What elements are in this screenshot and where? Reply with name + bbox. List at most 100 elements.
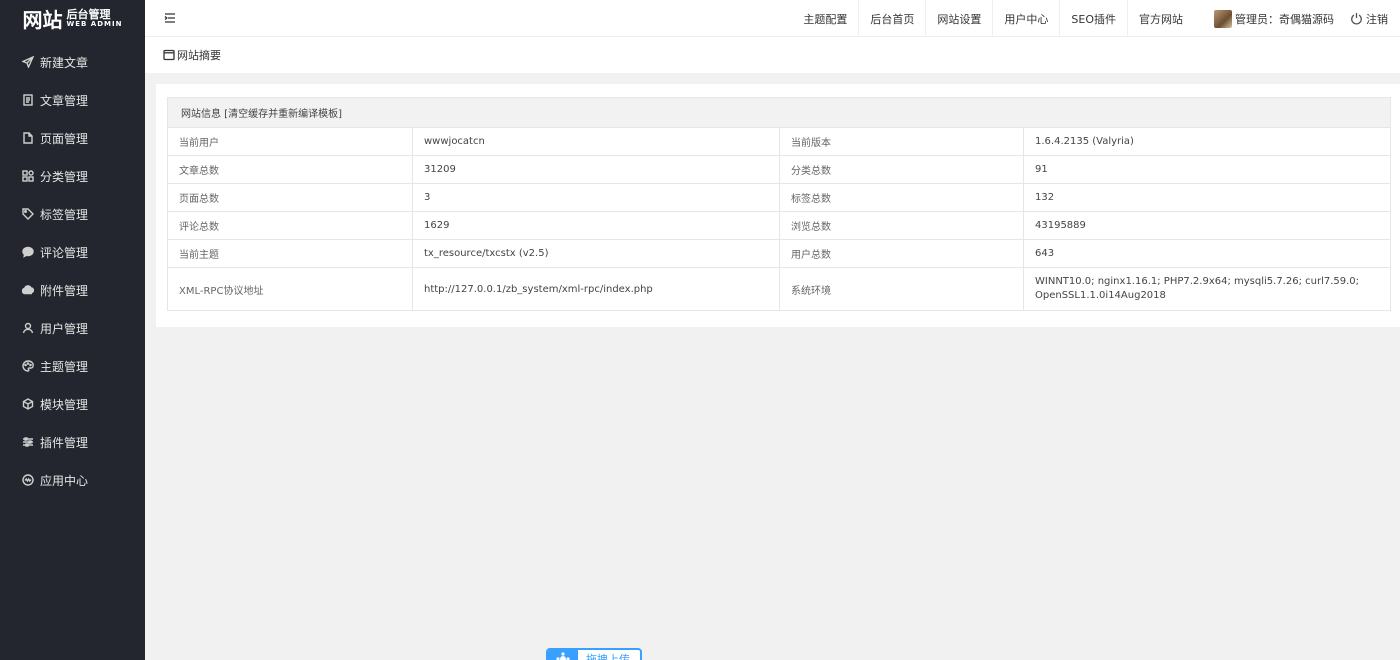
table-row: 当前用户 wwwjocatcn 当前版本 1.6.4.2135 (Valyria… [167, 127, 1392, 156]
menu-fold-icon [164, 13, 175, 23]
sidebar-item-label: 页面管理 [40, 131, 89, 146]
avatar [1214, 9, 1232, 28]
env-line: WINNT10.0; nginx1.16.1; PHP7.2.9x64; mys… [1035, 276, 1360, 287]
sidebar-item-label: 文章管理 [40, 93, 89, 108]
table-cell: 当前用户 [167, 127, 413, 156]
sidebar-item-users[interactable]: 用户管理 [0, 309, 145, 347]
table-row: 评论总数 1629 浏览总数 43195889 [167, 211, 1392, 240]
table-cell: 当前主题 [167, 239, 413, 268]
logout-button[interactable]: 注销 [1342, 0, 1400, 37]
table-header-text[interactable]: 网站信息 [清空缓存并重新编译模板] [181, 109, 342, 120]
sidebar-item-app-center[interactable]: 应用中心 [0, 461, 145, 499]
table-cell: 系统环境 [779, 267, 1024, 311]
sidebar-item-label: 插件管理 [40, 435, 89, 450]
sidebar-item-label: 新建文章 [40, 55, 89, 70]
sidebar-item-themes[interactable]: 主题管理 [0, 347, 145, 385]
page-title: 网站摘要 [177, 49, 221, 62]
comment-icon [21, 246, 34, 259]
site-summary-panel: 网站信息 [清空缓存并重新编译模板] 当前用户 wwwjocatcn 当前版本 … [156, 84, 1400, 327]
env-line: OpenSSL1.1.0i14Aug2018 [1035, 290, 1166, 301]
upload-icon [548, 650, 578, 660]
send-icon [21, 56, 34, 69]
sidebar-item-comments[interactable]: 评论管理 [0, 233, 145, 271]
table-cell: 1.6.4.2135 (Valyria) [1022, 127, 1392, 156]
app-icon [21, 474, 34, 487]
table-cell: 页面总数 [167, 183, 413, 212]
table-cell: 132 [1022, 183, 1392, 212]
site-info-table: 网站信息 [清空缓存并重新编译模板] 当前用户 wwwjocatcn 当前版本 … [166, 97, 1392, 311]
table-cell: 643 [1022, 239, 1392, 268]
top-header: 主题配置 后台首页 网站设置 用户中心 SEO插件 官方网站 管理员：奇偶猫源码… [145, 0, 1400, 37]
sidebar-item-plugins[interactable]: 插件管理 [0, 423, 145, 461]
table-cell: 3 [412, 183, 780, 212]
sidebar-item-label: 主题管理 [40, 359, 89, 374]
sliders-icon [21, 436, 34, 449]
topnav-official-site[interactable]: 官方网站 [1127, 0, 1194, 37]
table-cell: 分类总数 [779, 155, 1024, 184]
cloud-icon [21, 284, 34, 297]
sidebar-item-pages[interactable]: 页面管理 [0, 119, 145, 157]
table-cell: 91 [1022, 155, 1392, 184]
drag-upload-button[interactable]: 拖拽上传 [546, 648, 642, 660]
top-nav: 主题配置 后台首页 网站设置 用户中心 SEO插件 官方网站 管理员：奇偶猫源码… [792, 0, 1400, 37]
table-row: XML-RPC协议地址 http://127.0.0.1/zb_system/x… [167, 267, 1392, 311]
table-cell: 当前版本 [779, 127, 1024, 156]
table-header: 网站信息 [清空缓存并重新编译模板] [166, 97, 1392, 128]
sidebar-item-label: 标签管理 [40, 207, 89, 222]
breadcrumb: 网站摘要 [145, 37, 1400, 73]
table-cell: 标签总数 [779, 183, 1024, 212]
palette-icon [21, 360, 34, 373]
sidebar-item-tags[interactable]: 标签管理 [0, 195, 145, 233]
table-cell: 浏览总数 [779, 211, 1024, 240]
table-cell: http://127.0.0.1/zb_system/xml-rpc/index… [412, 267, 780, 311]
logout-label: 注销 [1366, 12, 1388, 26]
sidebar-item-modules[interactable]: 模块管理 [0, 385, 145, 423]
sidebar-item-attachments[interactable]: 附件管理 [0, 271, 145, 309]
logo-side-cn: 后台管理 [66, 8, 111, 21]
topnav-seo-plugin[interactable]: SEO插件 [1059, 0, 1127, 37]
table-cell: 用户总数 [779, 239, 1024, 268]
sidebar-item-label: 评论管理 [40, 245, 89, 260]
sidebar-item-new-article[interactable]: 新建文章 [0, 43, 145, 81]
table-cell: 文章总数 [167, 155, 413, 184]
logo-side-en: WEB ADMIN [66, 20, 123, 28]
table-cell: 1629 [412, 211, 780, 240]
sidebar-item-categories[interactable]: 分类管理 [0, 157, 145, 195]
document-icon [21, 94, 34, 107]
power-icon [1351, 13, 1362, 25]
table-cell: 31209 [412, 155, 780, 184]
logo-side: 后台管理 WEB ADMIN [67, 9, 123, 28]
sidebar-item-articles[interactable]: 文章管理 [0, 81, 145, 119]
sidebar-item-label: 应用中心 [40, 473, 89, 488]
user-menu[interactable]: 管理员：奇偶猫源码 [1194, 0, 1342, 37]
cube-icon [21, 398, 34, 411]
topnav-theme-config[interactable]: 主题配置 [792, 0, 858, 37]
user-icon [21, 322, 34, 335]
system-env-cell: WINNT10.0; nginx1.16.1; PHP7.2.9x64; mys… [1022, 267, 1392, 311]
sidebar-item-label: 附件管理 [40, 283, 89, 298]
table-cell: tx_resource/txcstx (v2.5) [412, 239, 780, 268]
sidebar-item-label: 分类管理 [40, 169, 89, 184]
upload-label: 拖拽上传 [586, 653, 630, 660]
sidebar-item-label: 模块管理 [40, 397, 89, 412]
table-row: 页面总数 3 标签总数 132 [167, 183, 1392, 212]
table-row: 文章总数 31209 分类总数 91 [167, 155, 1392, 184]
sidebar: 网站 后台管理 WEB ADMIN 新建文章 文章管理 页面管理 分类管理 标签… [0, 0, 145, 660]
sidebar-item-label: 用户管理 [40, 321, 89, 336]
table-cell: XML-RPC协议地址 [167, 267, 413, 311]
sidebar-nav: 新建文章 文章管理 页面管理 分类管理 标签管理 评论管理 附件管理 用户管理 [0, 43, 145, 499]
table-cell: 评论总数 [167, 211, 413, 240]
logo-main-text: 网站 [22, 8, 63, 32]
user-label: 管理员：奇偶猫源码 [1235, 12, 1334, 26]
category-icon [21, 170, 34, 183]
tag-icon [21, 208, 34, 221]
topnav-site-settings[interactable]: 网站设置 [925, 0, 992, 37]
topnav-user-center[interactable]: 用户中心 [992, 0, 1059, 37]
table-row: 当前主题 tx_resource/txcstx (v2.5) 用户总数 643 [167, 239, 1392, 268]
table-cell: 43195889 [1022, 211, 1392, 240]
page-icon [21, 132, 34, 145]
topnav-admin-home[interactable]: 后台首页 [858, 0, 925, 37]
sidebar-toggle-button[interactable] [155, 0, 185, 37]
table-cell: wwwjocatcn [412, 127, 780, 156]
site-logo[interactable]: 网站 后台管理 WEB ADMIN [0, 0, 145, 37]
